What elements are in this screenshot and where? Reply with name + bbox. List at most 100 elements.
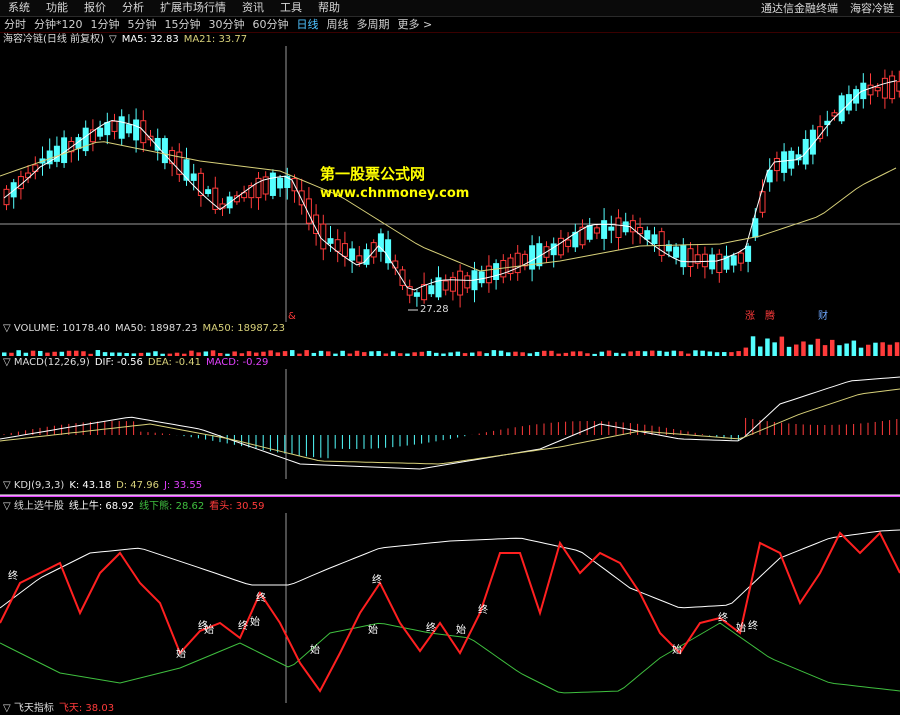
period-daily[interactable]: 日线 [293, 17, 323, 32]
fly-panel-header: ▽ 飞天指标 飞天: 38.03 [3, 703, 119, 715]
volume-bar [743, 347, 749, 356]
menu-item-help[interactable]: 帮助 [310, 0, 348, 16]
volume-title: ▽ VOLUME: 10178.40 [3, 323, 111, 334]
period-5min[interactable]: 5分钟 [124, 17, 161, 32]
candle-body [392, 260, 399, 269]
volume-bar [513, 351, 518, 356]
menu-item-tools[interactable]: 工具 [272, 0, 310, 16]
volume-bar [448, 352, 453, 356]
volume-bar [30, 350, 36, 356]
volume-bar [837, 345, 842, 356]
volume-bar [477, 351, 482, 356]
period-60min[interactable]: 60分钟 [249, 17, 293, 32]
volume-bar [124, 353, 129, 356]
line-chart[interactable]: 终终 终终终终终终终始始始始始 始始始 [0, 513, 900, 703]
candle-body [802, 138, 809, 165]
volume-bar [318, 350, 324, 356]
volume-bar [556, 353, 561, 356]
candle-body [413, 292, 420, 297]
candle-body [125, 124, 132, 134]
kdj-d: D: 47.96 [116, 480, 159, 491]
candlestick-chart[interactable] [0, 46, 900, 322]
candle-body [867, 84, 874, 96]
candle-body [190, 173, 197, 181]
watermark-url: www.chnmoney.com [320, 186, 470, 201]
volume-bar [426, 350, 432, 356]
candle-body [428, 285, 435, 295]
line-panel-title: ▽ 线上选牛股 [3, 501, 64, 512]
line-start-marker: 始 [368, 623, 378, 636]
window-title: 通达信金融终端 海容冷链 [755, 0, 900, 16]
line-start-marker: 始 [736, 621, 746, 634]
period-multi[interactable]: 多周期 [353, 17, 394, 32]
volume-bar [880, 342, 885, 356]
candle-body [356, 255, 363, 263]
volume-bar [52, 351, 57, 356]
volume-bar [808, 344, 813, 356]
line-end-marker: 终 [372, 573, 382, 586]
menu-bar: 系统 功能 报价 分析 扩展市场行情 资讯 工具 帮助 通达信金融终端 海容冷链 [0, 0, 900, 17]
volume-bar [657, 350, 662, 356]
volume-bar [160, 353, 165, 356]
volume-bar [38, 350, 43, 356]
volume-bar [455, 351, 461, 356]
menu-item-analysis[interactable]: 分析 [114, 0, 152, 16]
line-end-marker: 终 [718, 611, 728, 624]
kdj-j: J: 33.55 [163, 480, 203, 491]
candle-body [529, 245, 536, 270]
menu-item-system[interactable]: 系统 [0, 0, 38, 16]
volume-bar [606, 350, 612, 356]
volume-bar [887, 344, 893, 356]
volume-bar [786, 346, 792, 356]
candle-body [680, 245, 687, 268]
volume-bar [398, 353, 403, 356]
volume-bar [189, 350, 194, 356]
period-15min[interactable]: 15分钟 [161, 17, 205, 32]
volume-bar [693, 350, 698, 356]
volume-bar [542, 350, 547, 356]
mark-teng: 腾 [765, 311, 775, 322]
volume-bar [2, 352, 7, 356]
line-end-marker: 终 [478, 603, 488, 616]
volume-bar [419, 351, 425, 356]
period-more[interactable]: 更多 > [394, 17, 437, 32]
volume-bar [9, 352, 14, 356]
menu-item-function[interactable]: 功能 [38, 0, 76, 16]
volume-bar [563, 352, 569, 356]
volume-bar [534, 351, 540, 356]
menu-item-extended-market[interactable]: 扩展市场行情 [152, 0, 234, 16]
volume-bar [779, 336, 785, 356]
ma5-value: MA5: 32.83 [121, 34, 179, 45]
volume-bar [549, 350, 554, 356]
menu-item-quote[interactable]: 报价 [76, 0, 114, 16]
candle-body [61, 137, 68, 164]
volume-bar [347, 353, 353, 356]
macd-chart[interactable] [0, 369, 900, 479]
candle-body [766, 169, 773, 183]
candle-body [730, 255, 737, 266]
period-tick[interactable]: 分时 [0, 17, 30, 32]
volume-bar [268, 350, 273, 356]
kdj-chart[interactable] [0, 492, 900, 500]
period-1min[interactable]: 1分钟 [87, 17, 124, 32]
volume-bar [275, 352, 281, 356]
ma21-value: MA21: 33.77 [183, 34, 248, 45]
menu-item-news[interactable]: 资讯 [234, 0, 272, 16]
volume-bar [470, 352, 475, 356]
candle-body [169, 150, 176, 164]
period-30min[interactable]: 30分钟 [205, 17, 249, 32]
volume-bar [102, 352, 108, 356]
period-120min[interactable]: 分钟*120 [30, 17, 87, 32]
volume-bar [592, 353, 597, 356]
volume-bar [182, 353, 187, 356]
volume-bar [239, 353, 245, 356]
volume-bar [210, 350, 216, 356]
period-weekly[interactable]: 周线 [323, 17, 353, 32]
volume-chart[interactable] [0, 335, 900, 356]
volume-bar [729, 352, 734, 356]
candle-body [133, 119, 140, 141]
volume-bar [362, 352, 367, 356]
volume-bar [333, 353, 338, 356]
line-up-value: 线上牛: 68.92 [68, 501, 135, 512]
indicator-toggle-icon[interactable]: ▽ [109, 34, 117, 45]
